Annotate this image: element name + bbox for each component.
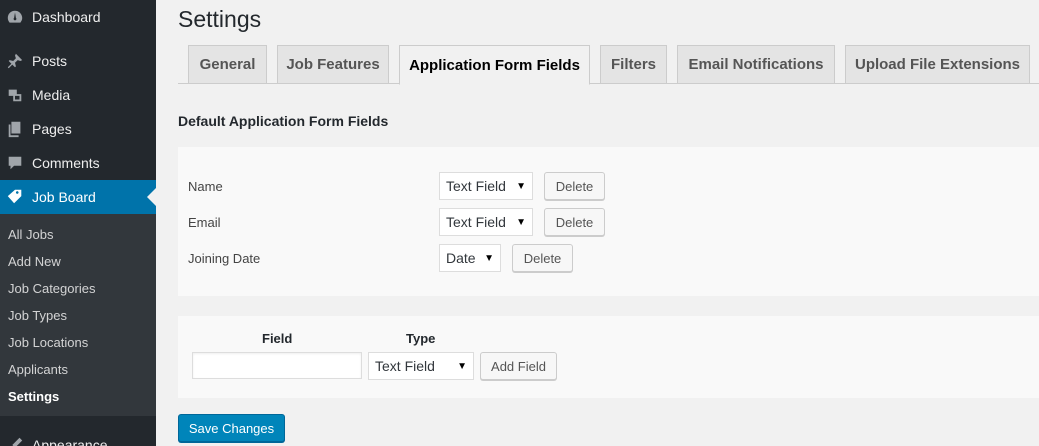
media-icon <box>5 85 25 105</box>
add-field-button[interactable]: Add Field <box>480 352 557 380</box>
select-value: Text Field <box>446 178 506 194</box>
brush-icon <box>5 435 25 446</box>
field-column-header: Field <box>262 331 293 346</box>
tab-email-notifications[interactable]: Email Notifications <box>677 45 835 84</box>
submenu-settings[interactable]: Settings <box>8 389 59 404</box>
admin-sidebar: Dashboard Posts Media Pages Comments Job… <box>0 0 156 446</box>
pages-icon <box>5 119 25 139</box>
tab-filters[interactable]: Filters <box>600 45 667 84</box>
tab-job-features[interactable]: Job Features <box>277 45 389 84</box>
new-field-type-select[interactable]: Text Field ▼ <box>368 352 474 380</box>
page-title: Settings <box>178 6 262 32</box>
submenu-all-jobs[interactable]: All Jobs <box>8 227 54 242</box>
tab-general[interactable]: General <box>188 45 267 84</box>
comment-icon <box>5 153 25 173</box>
delete-button[interactable]: Delete <box>544 172 605 200</box>
menu-item-job-board[interactable]: Job Board <box>0 180 156 214</box>
menu-label: Media <box>32 87 71 103</box>
settings-tabs: General Job Features Application Form Fi… <box>178 45 1039 85</box>
menu-label: Comments <box>32 155 100 171</box>
type-column-header: Type <box>406 331 436 346</box>
field-name-label: Email <box>188 215 221 230</box>
tag-icon <box>5 187 25 207</box>
new-field-input[interactable] <box>192 352 362 379</box>
delete-button[interactable]: Delete <box>512 244 573 272</box>
dropdown-arrow-icon: ▼ <box>516 181 526 192</box>
tab-application-form-fields[interactable]: Application Form Fields <box>399 45 590 85</box>
delete-button[interactable]: Delete <box>544 208 605 236</box>
menu-item-media[interactable]: Media <box>0 78 156 112</box>
menu-label: Pages <box>32 121 72 137</box>
dropdown-arrow-icon: ▼ <box>484 253 494 264</box>
menu-item-pages[interactable]: Pages <box>0 112 156 146</box>
submenu-job-locations[interactable]: Job Locations <box>8 335 88 350</box>
tab-upload-file-extensions[interactable]: Upload File Extensions <box>845 45 1030 84</box>
field-type-select[interactable]: Text Field ▼ <box>439 208 533 236</box>
submenu-add-new[interactable]: Add New <box>8 254 61 269</box>
submenu-job-categories[interactable]: Job Categories <box>8 281 95 296</box>
dashboard-icon <box>5 7 25 27</box>
menu-item-comments[interactable]: Comments <box>0 146 156 180</box>
select-value: Text Field <box>375 358 435 374</box>
save-changes-button[interactable]: Save Changes <box>178 414 285 442</box>
select-value: Text Field <box>446 214 506 230</box>
menu-item-posts[interactable]: Posts <box>0 44 156 78</box>
section-heading: Default Application Form Fields <box>178 113 389 129</box>
field-type-select[interactable]: Text Field ▼ <box>439 172 533 200</box>
menu-label: Posts <box>32 53 68 69</box>
menu-label: Dashboard <box>32 9 101 25</box>
menu-item-dashboard[interactable]: Dashboard <box>0 0 156 34</box>
field-type-select[interactable]: Date ▼ <box>439 244 501 272</box>
pin-icon <box>5 51 25 71</box>
submenu-job-types[interactable]: Job Types <box>8 308 67 323</box>
menu-label: Appearance <box>32 437 108 446</box>
default-fields-panel <box>178 147 1039 296</box>
menu-item-appearance[interactable]: Appearance <box>0 428 156 446</box>
dropdown-arrow-icon: ▼ <box>457 361 467 372</box>
menu-label: Job Board <box>32 189 96 205</box>
job-board-submenu: All Jobs Add New Job Categories Job Type… <box>0 214 156 416</box>
select-value: Date <box>446 250 476 266</box>
field-name-label: Joining Date <box>188 251 261 266</box>
dropdown-arrow-icon: ▼ <box>516 217 526 228</box>
submenu-applicants[interactable]: Applicants <box>8 362 68 377</box>
field-name-label: Name <box>188 179 223 194</box>
